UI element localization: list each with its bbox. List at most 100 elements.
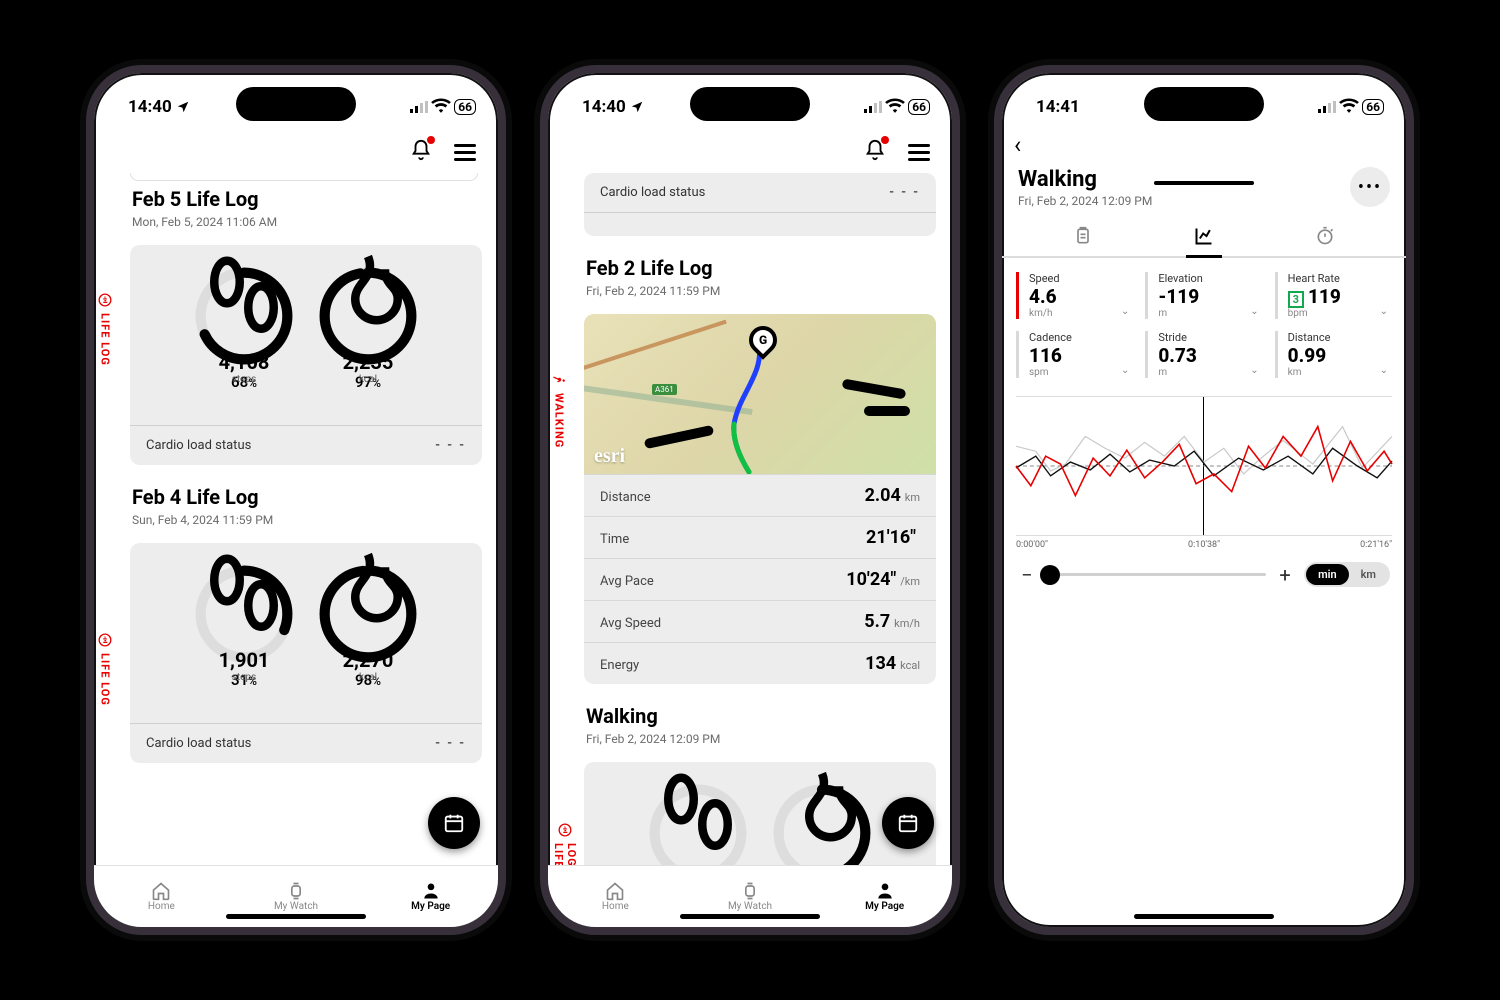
walking-card[interactable]: G A361 esri Distance2.04kmTime21'16"Avg … xyxy=(584,314,936,684)
nav-home[interactable]: Home xyxy=(548,866,683,927)
walking-icon xyxy=(552,373,566,387)
unit-min[interactable]: min xyxy=(1306,564,1349,585)
calendar-fab[interactable] xyxy=(428,797,480,849)
log-title: Feb 2 Life Log xyxy=(586,256,936,280)
log-header-1: Feb 5 Life Log Mon, Feb 5, 2024 11:06 AM xyxy=(130,181,482,237)
log-title: Feb 5 Life Log xyxy=(132,187,482,211)
home-indicator[interactable] xyxy=(226,914,366,919)
battery-pill: 66 xyxy=(454,99,476,115)
home-indicator[interactable] xyxy=(1134,914,1274,919)
time-slider[interactable] xyxy=(1046,573,1266,576)
back-button[interactable]: ‹ xyxy=(1002,127,1406,163)
footsteps-icon xyxy=(193,546,295,648)
lifelog-icon xyxy=(98,633,112,647)
feed-section-label: LIFE LOG xyxy=(98,293,112,366)
stat-row: Distance2.04km xyxy=(584,474,936,516)
prev-card-tail: Cardio load status- - - xyxy=(584,173,936,236)
tab-chart[interactable] xyxy=(1143,216,1264,256)
steps-ring: 4,108steps xyxy=(193,265,295,367)
signal-icon xyxy=(1318,101,1336,113)
flame-icon xyxy=(317,248,419,350)
dynamic-island xyxy=(690,87,810,121)
phone-3: 14:41 66 ‹ Walking Fri, Feb 2, 2024 12:09… xyxy=(994,65,1414,935)
route-map[interactable]: G A361 esri xyxy=(584,314,936,474)
log-subtitle: Sun, Feb 4, 2024 11:59 PM xyxy=(132,513,482,527)
stat-row: Time21'16" xyxy=(584,516,936,558)
location-icon xyxy=(176,100,190,114)
stopwatch-icon xyxy=(1315,226,1335,246)
overflow-button[interactable]: ••• xyxy=(1350,167,1390,207)
dots-icon: ••• xyxy=(1358,177,1382,198)
calendar-fab[interactable] xyxy=(882,797,934,849)
nav-home[interactable]: Home xyxy=(94,866,229,927)
detail-subtitle: Fri, Feb 2, 2024 12:09 PM xyxy=(1018,194,1152,208)
detail-tabs xyxy=(1002,216,1406,258)
notifications-button[interactable] xyxy=(410,139,432,165)
cardio-load-row[interactable]: Cardio load status- - - xyxy=(130,425,482,465)
status-time: 14:40 xyxy=(128,97,172,117)
flame-icon xyxy=(317,546,419,648)
kcal-ring: 2,235kcal xyxy=(317,265,419,367)
steps-ring: 1,901steps xyxy=(193,563,295,665)
feed-section-label: LIFE LOG xyxy=(98,633,112,706)
chart-axis: 0:00'00"0:10'38"0:21'16" xyxy=(1002,540,1406,550)
feed-section-label: LIFE LOG xyxy=(552,823,578,865)
clipboard-icon xyxy=(1073,226,1093,246)
wifi-icon xyxy=(886,101,904,114)
metric-speed[interactable]: Speed4.6km/h⌄ xyxy=(1016,272,1133,319)
metrics-grid: Speed4.6km/h⌄ Elevation-119m⌄ Heart Rate31… xyxy=(1002,258,1406,394)
stat-row: Avg Speed5.7km/h xyxy=(584,600,936,642)
location-icon xyxy=(630,100,644,114)
metric-heart-rate[interactable]: Heart Rate3119bpm⌄ xyxy=(1275,272,1392,319)
home-indicator[interactable] xyxy=(680,914,820,919)
status-time: 14:40 xyxy=(582,97,626,117)
zoom-in-button[interactable]: + xyxy=(1276,563,1294,587)
tab-summary[interactable] xyxy=(1022,216,1143,256)
nav-mypage[interactable]: My Page xyxy=(817,866,952,927)
stats-table: Distance2.04kmTime21'16"Avg Pace10'24"/k… xyxy=(584,474,936,684)
metric-elevation[interactable]: Elevation-119m⌄ xyxy=(1145,272,1262,319)
menu-button[interactable] xyxy=(454,144,476,161)
metric-cadence[interactable]: Cadence116spm⌄ xyxy=(1016,331,1133,378)
wifi-icon xyxy=(432,101,450,114)
stat-row: Avg Pace10'24"/km xyxy=(584,558,936,600)
tab-laps[interactable] xyxy=(1265,216,1386,256)
metric-distance[interactable]: Distance0.99km⌄ xyxy=(1275,331,1392,378)
cardio-load-row[interactable]: Cardio load status- - - xyxy=(130,723,482,763)
log-header-2: Feb 4 Life Log Sun, Feb 4, 2024 11:59 PM xyxy=(130,479,482,535)
zoom-out-button[interactable]: − xyxy=(1018,563,1036,587)
notification-dot xyxy=(427,136,435,144)
log-card-2[interactable]: 1,901steps 31% 2,270kcal 98% Cardio load… xyxy=(130,543,482,763)
stat-row: Energy134kcal xyxy=(584,642,936,684)
home-icon xyxy=(605,881,625,901)
footsteps-icon xyxy=(647,765,749,866)
metric-chart[interactable] xyxy=(1016,396,1392,536)
battery-pill: 66 xyxy=(908,99,930,115)
log-card-1[interactable]: 4,108steps 68% 2,235kcal 97% Cardio load… xyxy=(130,245,482,465)
log-subtitle: Mon, Feb 5, 2024 11:06 AM xyxy=(132,215,482,229)
kcal-ring: 2,270kcal xyxy=(317,563,419,665)
phone-1: 14:40 66 LIFE LOG Feb 5 Life Log Mon, Fe xyxy=(86,65,506,935)
unit-km[interactable]: km xyxy=(1349,564,1388,585)
sheet-handle[interactable] xyxy=(1154,181,1254,185)
section-walking-title: Walking xyxy=(586,704,936,728)
menu-button[interactable] xyxy=(908,144,930,161)
notifications-button[interactable] xyxy=(864,139,886,165)
flame-icon xyxy=(771,765,873,866)
feed-section-walking: WALKING xyxy=(552,373,566,448)
calendar-icon xyxy=(897,812,919,834)
lifelog-icon xyxy=(98,293,112,307)
top-actions xyxy=(94,127,498,173)
watch-icon xyxy=(286,881,306,901)
signal-icon xyxy=(864,101,882,113)
slider-thumb[interactable] xyxy=(1040,565,1060,585)
home-icon xyxy=(151,881,171,901)
nav-mypage[interactable]: My Page xyxy=(363,866,498,927)
unit-toggle[interactable]: minkm xyxy=(1304,562,1390,587)
calendar-icon xyxy=(443,812,465,834)
metric-stride[interactable]: Stride0.73m⌄ xyxy=(1145,331,1262,378)
detail-title: Walking xyxy=(1018,167,1152,192)
person-icon xyxy=(421,881,441,901)
status-time: 14:41 xyxy=(1036,97,1080,117)
battery-pill: 66 xyxy=(1362,99,1384,115)
